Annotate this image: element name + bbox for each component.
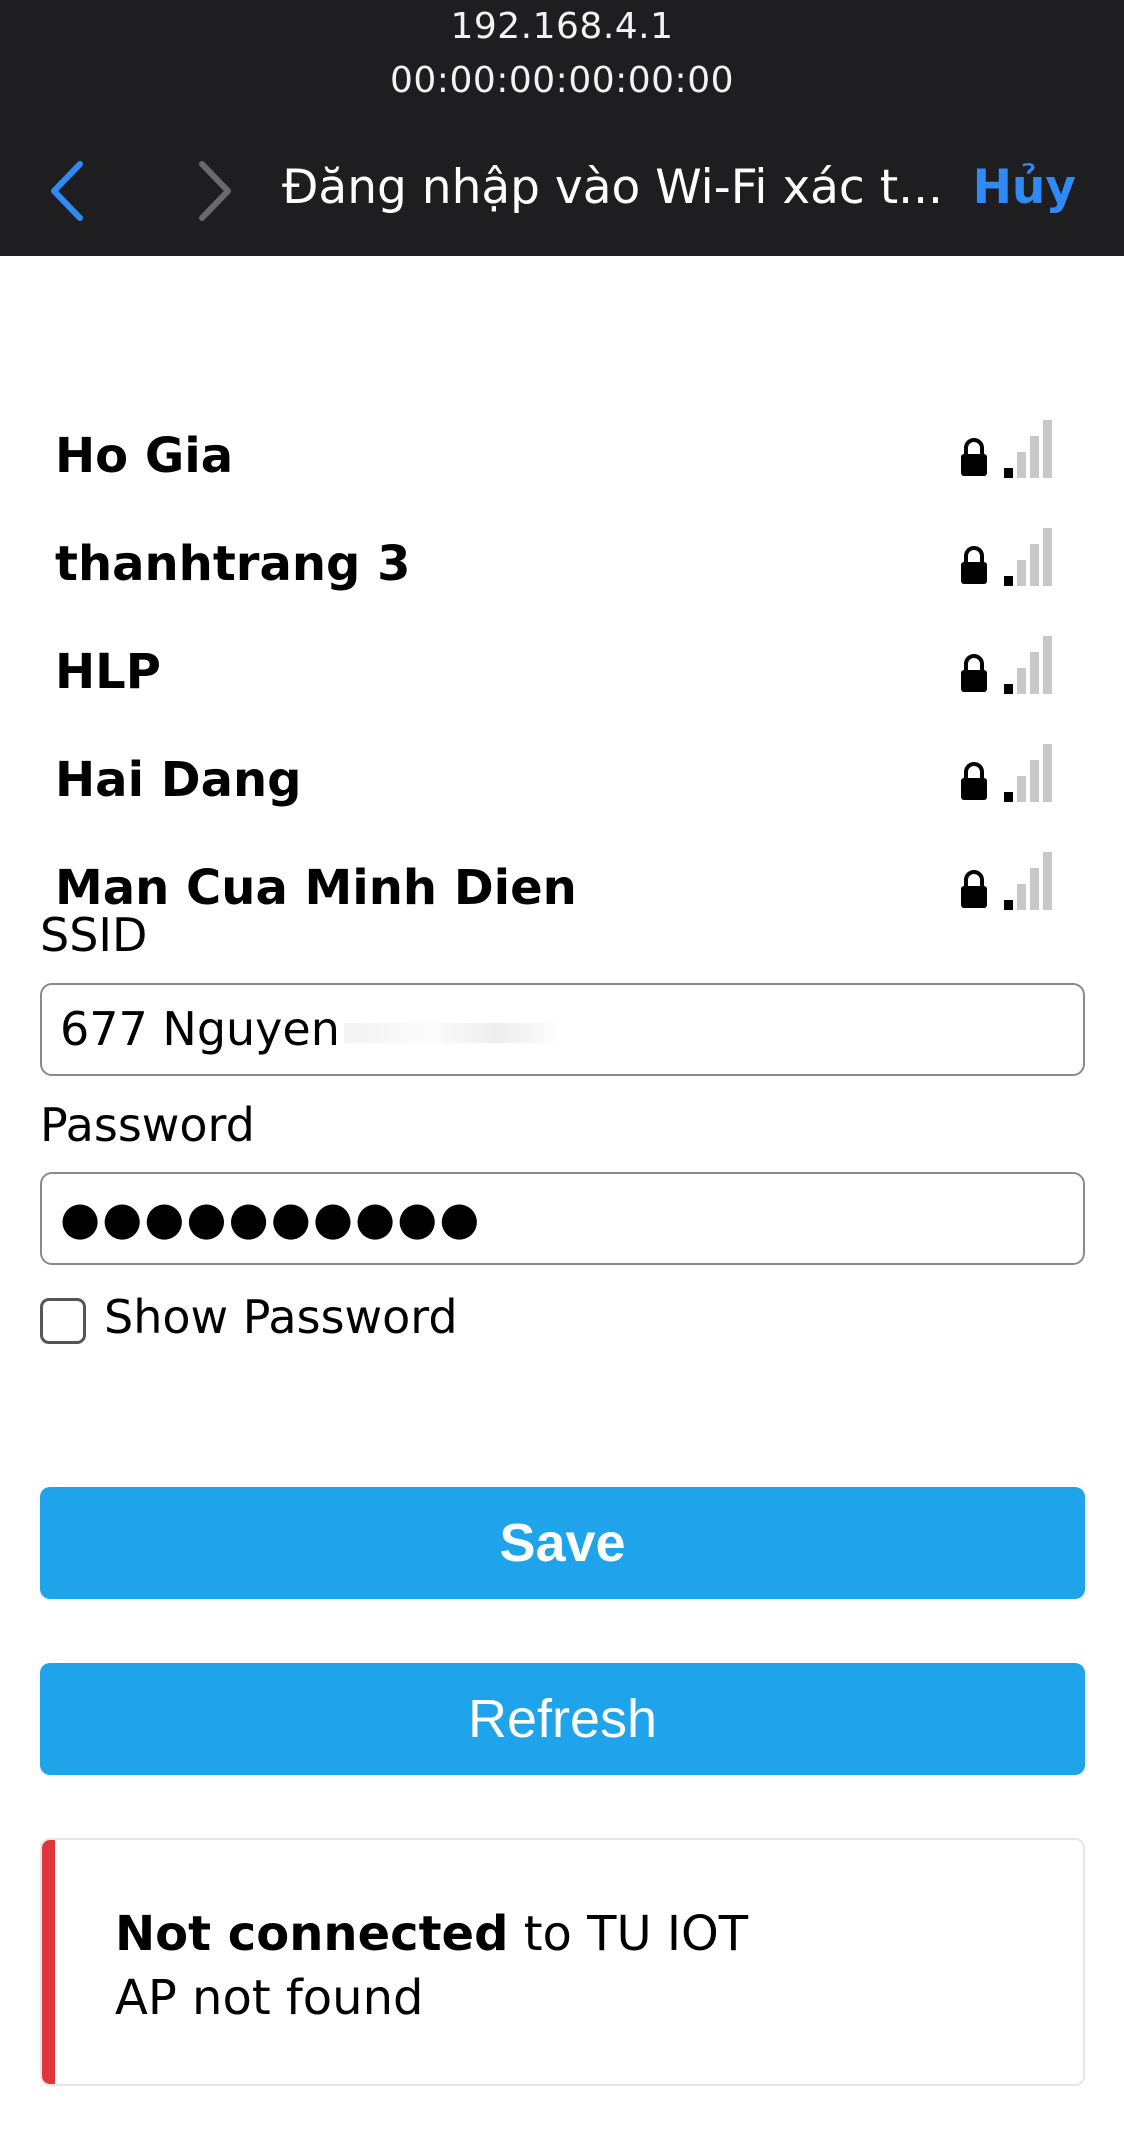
password-label: Password [40,1098,255,1152]
status-detail: AP not found [115,1970,424,2026]
wifi-network-name: thanhtrang 3 [55,536,411,592]
lock-icon [958,760,990,802]
signal-strength-icon [1004,634,1058,694]
status-strong-text: Not connected [115,1906,509,1962]
wifi-network-name: Hai Dang [55,752,302,808]
back-chevron-icon[interactable] [44,158,94,224]
status-target-text: to TU IOT [508,1906,749,1962]
cancel-button[interactable]: Hủy [973,160,1076,215]
wifi-network-row[interactable]: HLP [0,634,1124,714]
signal-strength-icon [1004,526,1058,586]
signal-strength-icon [1004,418,1058,478]
ssid-input[interactable]: 677 Nguyen [40,983,1085,1076]
wifi-network-row[interactable]: thanhtrang 3 [0,526,1124,606]
lock-icon [958,544,990,586]
wifi-network-name: HLP [55,644,161,700]
signal-strength-icon [1004,742,1058,802]
lock-icon [958,652,990,694]
ssid-value: 677 Nguyen [60,1002,340,1056]
portal-mac: 00:00:00:00:00:00 [390,60,734,101]
password-input[interactable]: ●●●●●●●●●● [40,1172,1085,1265]
wifi-network-row[interactable]: Man Cua Minh Dien [0,850,1124,930]
show-password-checkbox[interactable] [40,1298,86,1344]
portal-ip: 192.168.4.1 [450,6,674,47]
connection-status-box: Not connected to TU IOT AP not found [40,1838,1085,2086]
wifi-network-row[interactable]: Hai Dang [0,742,1124,822]
ssid-label: SSID [40,908,148,962]
refresh-button[interactable]: Refresh [40,1663,1085,1775]
lock-icon [958,436,990,478]
wifi-network-row[interactable]: Ho Gia [0,418,1124,498]
lock-icon [958,868,990,910]
wifi-network-name: Ho Gia [55,428,234,484]
signal-strength-icon [1004,850,1058,910]
redacted-text [343,1022,564,1043]
save-button[interactable]: Save [40,1487,1085,1599]
password-value: ●●●●●●●●●● [60,1191,482,1245]
browser-header: 192.168.4.1 00:00:00:00:00:00 Đăng nhập … [0,0,1124,256]
show-password-label[interactable]: Show Password [104,1290,458,1344]
status-accent-bar [42,1840,55,2084]
page-title: Đăng nhập vào Wi-Fi xác t... [282,160,943,215]
forward-chevron-icon[interactable] [190,158,240,224]
status-message: Not connected to TU IOT [115,1906,748,1962]
